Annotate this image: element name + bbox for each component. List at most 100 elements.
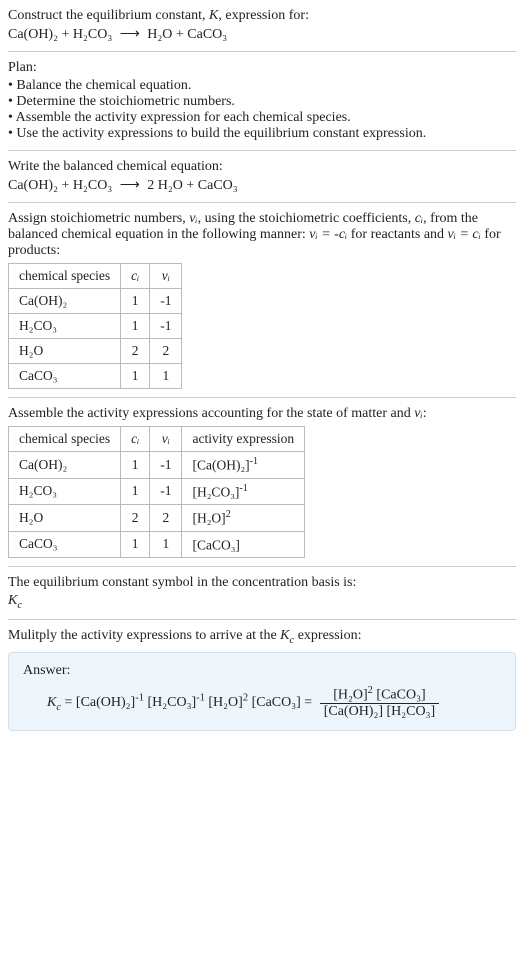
balanced-section: Write the balanced chemical equation: Ca… [8,159,516,194]
col-c: cᵢ [121,427,150,452]
table-row: H₂O 2 2 [H₂O]2 [9,505,305,532]
k-letter: K [280,628,289,643]
term1-base: [Ca(OH)₂] [76,695,135,710]
eq1: νᵢ = -cᵢ [309,227,347,242]
cell-c: 2 [121,339,150,364]
act-exp: -1 [250,456,258,467]
table-row: CaCO₃ 1 1 [CaCO₃] [9,531,305,558]
balanced-title: Write the balanced chemical equation: [8,159,516,175]
cell-nu: 1 [150,531,182,558]
cell-species: H₂CO₃ [9,314,121,339]
cell-species: Ca(OH)₂ [9,452,121,479]
k-letter: K [47,695,56,710]
eq-lhs: Ca(OH)₂ + H₂CO₃ [8,178,112,193]
table-row: H₂CO₃ 1 -1 [H₂CO₃]-1 [9,478,305,505]
cell-c: 1 [121,452,150,479]
fraction: [H₂O]2 [CaCO₃] [Ca(OH)₂] [H₂CO₃] [320,685,439,721]
divider [8,397,516,398]
stoich-table: chemical species cᵢ νᵢ Ca(OH)₂ 1 -1 H₂CO… [8,263,182,389]
act-base: [H₂O] [192,511,225,526]
text: expression: [294,628,361,643]
table-header-row: chemical species cᵢ νᵢ [9,264,182,289]
prompt-equation: Ca(OH)₂ + H₂CO₃ ⟶ H₂O + CaCO₃ [8,26,516,43]
symbol-section: The equilibrium constant symbol in the c… [8,575,516,611]
divider [8,566,516,567]
equals: = [61,695,76,710]
k-sub: c [17,600,22,611]
col-species: chemical species [9,264,121,289]
cell-nu: -1 [150,289,182,314]
act-exp: 2 [226,509,231,520]
term3-base: [H₂O] [208,695,242,710]
stoich-intro: Assign stoichiometric numbers, νᵢ, using… [8,211,516,259]
eq-lhs: Ca(OH)₂ + H₂CO₃ [8,27,112,42]
eq-rhs: H₂O + CaCO₃ [147,27,227,42]
stoich-section: Assign stoichiometric numbers, νᵢ, using… [8,211,516,389]
plan-item: Assemble the activity expression for eac… [8,110,516,126]
answer-box: Answer: Kc = [Ca(OH)₂]-1 [H₂CO₃]-1 [H₂O]… [8,652,516,732]
cell-species: Ca(OH)₂ [9,289,121,314]
act-base: [H₂CO₃] [192,484,239,499]
answer-equation: Kc = [Ca(OH)₂]-1 [H₂CO₃]-1 [H₂O]2 [CaCO₃… [23,685,501,721]
prompt-K: K [209,8,218,23]
cell-nu: -1 [150,314,182,339]
cell-c: 1 [121,478,150,505]
divider [8,619,516,620]
prompt-text-post: , expression for: [218,8,309,23]
activity-intro: Assemble the activity expressions accoun… [8,406,516,422]
balanced-equation: Ca(OH)₂ + H₂CO₃ ⟶ 2 H₂O + CaCO₃ [8,177,516,194]
num-a: [H₂O] [333,687,367,702]
activity-section: Assemble the activity expressions accoun… [8,406,516,558]
text: , using the stoichiometric coefficients, [198,211,415,226]
col-c: cᵢ [121,264,150,289]
activity-table: chemical species cᵢ νᵢ activity expressi… [8,426,305,558]
symbol-line: The equilibrium constant symbol in the c… [8,575,516,591]
plan-title: Plan: [8,60,516,76]
multiply-section: Mulitply the activity expressions to arr… [8,628,516,646]
cell-nu: 1 [150,364,182,389]
cell-species: H₂O [9,339,121,364]
plan-item: Use the activity expressions to build th… [8,126,516,142]
plan-item: Determine the stoichiometric numbers. [8,94,516,110]
act-exp: -1 [239,483,247,494]
table-row: Ca(OH)₂ 1 -1 [Ca(OH)₂]-1 [9,452,305,479]
reaction-arrow-icon: ⟶ [120,177,140,194]
cell-c: 1 [121,314,150,339]
cell-c: 2 [121,505,150,532]
cell-species: H₂O [9,505,121,532]
divider [8,150,516,151]
table-row: H₂CO₃ 1 -1 [9,314,182,339]
term2-exp: -1 [196,692,205,703]
eq-rhs: 2 H₂O + CaCO₃ [147,178,237,193]
term1-exp: -1 [135,692,144,703]
divider [8,202,516,203]
cell-nu: -1 [150,478,182,505]
cell-activity: [Ca(OH)₂]-1 [182,452,305,479]
cell-activity: [H₂CO₃]-1 [182,478,305,505]
fraction-numerator: [H₂O]2 [CaCO₃] [320,685,439,705]
c-symbol: cᵢ [415,211,423,226]
cell-species: H₂CO₃ [9,478,121,505]
text: Assign stoichiometric numbers, [8,211,189,226]
cell-nu: -1 [150,452,182,479]
cell-species: CaCO₃ [9,364,121,389]
col-nu: νᵢ [150,427,182,452]
plan-section: Plan: Balance the chemical equation. Det… [8,60,516,142]
text: Assemble the activity expressions accoun… [8,406,414,421]
equals2: = [301,695,316,710]
divider [8,51,516,52]
nu-symbol: νᵢ [189,211,197,226]
term4-base: [CaCO₃] [252,695,301,710]
text: Mulitply the activity expressions to arr… [8,628,280,643]
k-letter: K [8,593,17,608]
prompt-text-pre: Construct the equilibrium constant, [8,8,209,23]
table-row: H₂O 2 2 [9,339,182,364]
reaction-arrow-icon: ⟶ [120,26,140,43]
fraction-denominator: [Ca(OH)₂] [H₂CO₃] [320,704,439,720]
cell-activity: [H₂O]2 [182,505,305,532]
cell-c: 1 [121,531,150,558]
answer-label: Answer: [23,663,501,679]
cell-species: CaCO₃ [9,531,121,558]
term2-base: [H₂CO₃] [147,695,196,710]
text: : [423,406,427,421]
